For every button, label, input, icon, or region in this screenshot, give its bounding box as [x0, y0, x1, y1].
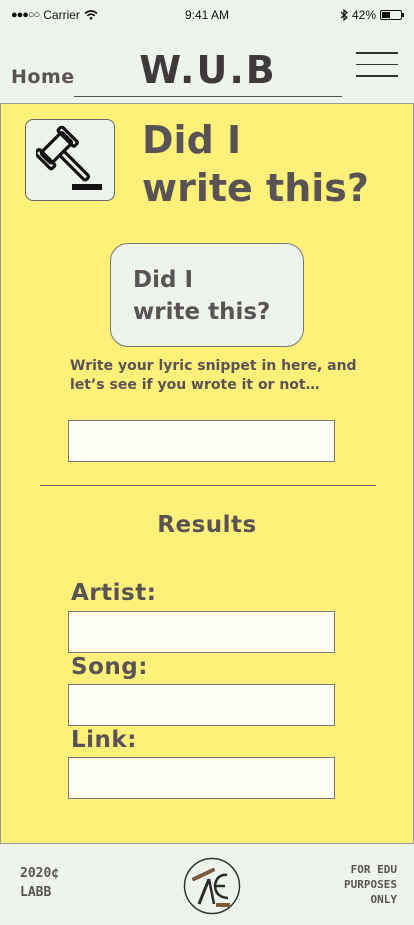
ae-logo-icon[interactable] [183, 857, 241, 915]
hero-title-line2: write this? [142, 166, 369, 210]
status-bar: ●●●○○ Carrier 9:41 AM 42% [0, 6, 414, 26]
link-label: Link: [71, 727, 137, 753]
status-right: 42% [340, 8, 404, 22]
gavel-icon-box [25, 119, 115, 201]
song-label: Song: [71, 654, 148, 680]
question-card-text: Did I write this? [133, 264, 270, 328]
hero-title-line1: Did I [142, 118, 242, 162]
title-underline [74, 96, 342, 97]
question-card-line1: Did I [133, 267, 194, 293]
footer-disclaimer-line1: FOR EDU [350, 863, 397, 876]
bluetooth-icon [340, 9, 348, 21]
results-heading: Results [157, 512, 257, 538]
song-field[interactable] [68, 684, 335, 726]
home-link[interactable]: Home [11, 66, 75, 88]
gavel-icon [36, 126, 102, 190]
hamburger-icon[interactable] [356, 52, 398, 78]
section-divider [40, 485, 376, 486]
app-title: W.U.B [139, 48, 277, 92]
footer-disclaimer-line2: PURPOSES [344, 878, 397, 891]
artist-field[interactable] [68, 611, 335, 653]
app-header: ●●●○○ Carrier 9:41 AM 42% Home W.U.B [0, 0, 414, 104]
footer-disclaimer-line3: ONLY [370, 893, 398, 906]
app-footer: 2020¢ LABB FOR EDU PURPOSES ONLY [0, 843, 414, 925]
footer-year: 2020¢ [20, 866, 60, 881]
hero-title: Did I write this? [142, 116, 402, 212]
question-card-line2: write this? [133, 299, 271, 325]
footer-copyright: 2020¢ LABB [20, 864, 59, 902]
footer-org: LABB [20, 885, 52, 900]
question-card: Did I write this? [110, 243, 304, 347]
artist-label: Artist: [71, 580, 157, 606]
battery-percent: 42% [351, 8, 376, 22]
lyric-input[interactable] [68, 420, 335, 462]
battery-fill [382, 12, 390, 18]
link-field[interactable] [68, 757, 335, 799]
lyric-instructions: Write your lyric snippet in here, and le… [70, 358, 357, 393]
footer-disclaimer: FOR EDU PURPOSES ONLY [344, 862, 397, 907]
battery-icon [380, 10, 404, 20]
